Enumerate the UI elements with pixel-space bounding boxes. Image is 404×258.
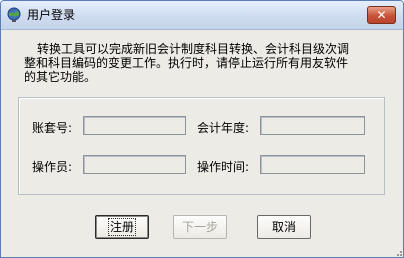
description-line-1: 转换工具可以完成新旧会计制度科目转换、会计科目级次调 [37, 42, 350, 56]
register-button-label: 注册 [107, 218, 137, 236]
close-button[interactable]: ✕ [367, 6, 396, 24]
app-globe-icon [7, 7, 21, 22]
fiscal-year-label: 会计年度: [197, 121, 250, 135]
login-info-group [18, 97, 385, 195]
login-dialog: 用户登录 ✕ 转换工具可以完成新旧会计制度科目转换、会计科目级次调 整和科目编码… [0, 0, 404, 258]
description-line-2: 整和科目编码的变更工作。执行时，请停止运行所有用友软件 [24, 56, 349, 70]
operator-label: 操作员: [32, 160, 73, 174]
operation-time-label: 操作时间: [197, 160, 250, 174]
register-button[interactable]: 注册 [95, 215, 149, 239]
title-bar[interactable]: 用户登录 ✕ [1, 1, 403, 30]
operator-field[interactable] [83, 155, 186, 174]
fiscal-year-field[interactable] [260, 116, 365, 135]
cancel-button-label: 取消 [271, 220, 296, 234]
next-button-label: 下一步 [181, 220, 218, 234]
description-text: 转换工具可以完成新旧会计制度科目转换、会计科目级次调 整和科目编码的变更工作。执… [24, 42, 377, 84]
resize-grip-icon[interactable] [393, 247, 403, 257]
account-set-label: 账套号: [32, 121, 73, 135]
cancel-button[interactable]: 取消 [257, 215, 311, 239]
operation-time-field[interactable] [260, 155, 365, 174]
next-button[interactable]: 下一步 [173, 215, 227, 239]
window-title: 用户登录 [27, 8, 76, 22]
account-set-field[interactable] [83, 116, 186, 135]
description-line-3: 的其它功能。 [24, 70, 97, 84]
